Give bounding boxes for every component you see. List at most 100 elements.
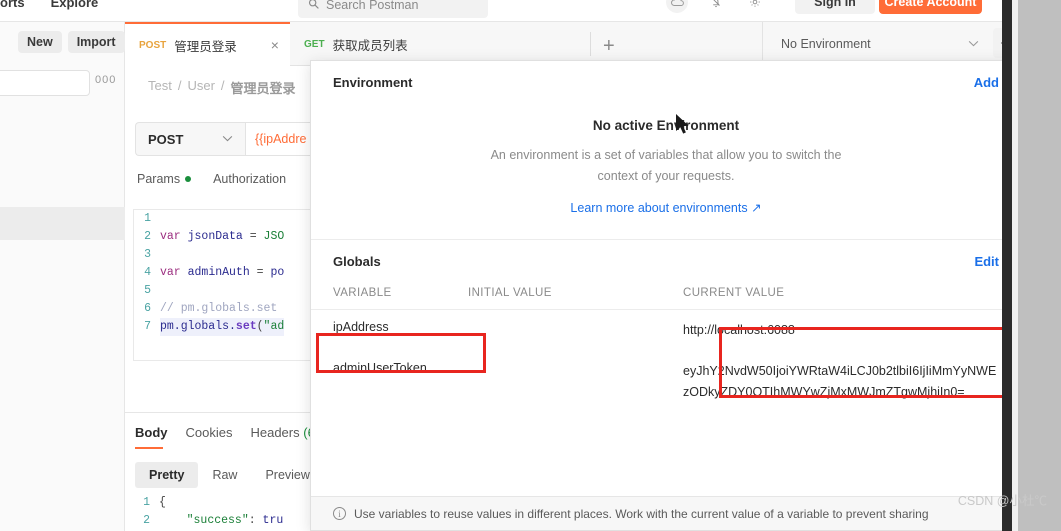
line-number: 6 xyxy=(144,302,151,315)
code-token: { xyxy=(159,496,166,509)
breadcrumb-separator: / xyxy=(177,78,182,93)
code-text: var jsonData = JSO xyxy=(160,228,284,246)
highlight-box-variable xyxy=(316,333,486,373)
method-select[interactable]: POST xyxy=(135,122,245,156)
breadcrumb-item-2: 管理员登录 xyxy=(230,81,296,96)
header-icon-group xyxy=(666,0,766,13)
empty-desc-line-2: context of your requests. xyxy=(597,169,735,183)
search-placeholder: Search Postman xyxy=(326,0,419,12)
cloud-sync-icon[interactable] xyxy=(666,0,688,13)
response-body-lines: 1 {2 "success": tru xyxy=(133,494,313,530)
learn-more-link[interactable]: Learn more about environments ↗ xyxy=(570,200,761,215)
info-icon: i xyxy=(333,507,346,520)
active-tab-underline xyxy=(135,447,163,449)
line-number: 1 xyxy=(143,496,150,509)
tab-headers-label: Headers xyxy=(250,425,300,440)
tab-headers[interactable]: Headers (6) xyxy=(250,425,319,440)
create-account-button[interactable]: Create Account xyxy=(879,0,982,14)
new-button[interactable]: New xyxy=(18,31,62,53)
code-text: // pm.globals.set xyxy=(160,300,277,318)
code-token: // pm.globals.set xyxy=(160,302,278,315)
script-editor[interactable]: 1 2 var jsonData = JSO 3 4 var adminAuth = po… xyxy=(133,209,318,361)
breadcrumb: Test / User / 管理员登录 xyxy=(148,78,296,97)
add-environment-button[interactable]: Add xyxy=(974,75,999,90)
footer-text: Use variables to reuse values in differe… xyxy=(354,506,929,521)
code-text: "success": tru xyxy=(159,512,284,530)
nav-item-reports[interactable]: orts xyxy=(0,0,25,10)
sidebar-selected-row[interactable] xyxy=(0,207,125,240)
empty-state-description: An environment is a set of variables tha… xyxy=(311,145,1021,187)
tab-params[interactable]: Params xyxy=(137,172,192,186)
tab-body[interactable]: Body xyxy=(135,425,168,440)
sidebar: New Import 000 xyxy=(0,22,125,531)
environment-section-header: Environment Add xyxy=(311,61,1021,100)
tabbar-divider xyxy=(590,32,591,56)
page-scrollbar-thumb[interactable] xyxy=(1012,0,1018,531)
code-token: : xyxy=(248,514,263,527)
settings-gear-icon[interactable] xyxy=(744,0,766,13)
line-number: 4 xyxy=(144,266,151,279)
code-token: JSO xyxy=(263,230,285,243)
code-text: { xyxy=(159,494,166,512)
cell-initial-value xyxy=(468,361,683,403)
code-line: 2 var jsonData = JSO xyxy=(134,228,317,246)
code-token: jsonData xyxy=(187,230,250,243)
line-number: 1 xyxy=(144,212,151,225)
highlight-box-value xyxy=(719,327,1009,398)
page-scrollbar-track[interactable] xyxy=(1012,0,1061,531)
globals-title: Globals xyxy=(333,254,381,269)
globals-section-header: Globals Edit xyxy=(311,240,1021,279)
request-tab-active[interactable]: POST 管理员登录 × xyxy=(125,22,290,66)
popup-footer: i Use variables to reuse values in diffe… xyxy=(311,496,1021,530)
notifications-icon[interactable] xyxy=(705,0,727,13)
new-tab-button[interactable]: + xyxy=(603,35,615,58)
code-token: = xyxy=(256,266,271,279)
tab-title: 管理员登录 xyxy=(174,39,237,54)
breadcrumb-item-0[interactable]: Test xyxy=(148,78,172,97)
chevron-down-icon xyxy=(222,133,233,145)
format-pretty[interactable]: Pretty xyxy=(135,462,199,488)
header-nav: orts Explore xyxy=(0,0,98,10)
app-header: orts Explore Search Postman Sign In Crea… xyxy=(0,0,1002,22)
line-number: 5 xyxy=(144,284,151,297)
code-token: adminAuth xyxy=(187,266,257,279)
code-token: var xyxy=(160,230,188,243)
code-line: 4 var adminAuth = po xyxy=(134,264,317,282)
environment-quicklook-popup: Environment Add No active Environment An… xyxy=(310,60,1022,531)
tab-title: 获取成员列表 xyxy=(332,38,408,53)
close-icon[interactable]: × xyxy=(271,37,279,53)
line-number: 2 xyxy=(143,514,150,527)
sidebar-search-input[interactable] xyxy=(0,70,90,96)
line-number: 3 xyxy=(144,248,151,261)
window-right-edge xyxy=(1002,0,1012,531)
column-current-value: CURRENT VALUE xyxy=(683,287,785,299)
empty-state-title: No active Environment xyxy=(592,118,740,133)
format-raw[interactable]: Raw xyxy=(198,462,251,488)
mouse-cursor xyxy=(676,114,691,141)
edit-globals-button[interactable]: Edit xyxy=(974,254,999,269)
search-input[interactable]: Search Postman xyxy=(298,0,488,18)
response-tabs: Body Cookies Headers (6) xyxy=(135,425,319,440)
chevron-down-icon xyxy=(968,39,979,50)
editor-lines: 1 2 var jsonData = JSO 3 4 var adminAuth = po… xyxy=(134,210,317,336)
code-line: 6 // pm.globals.set xyxy=(134,300,317,318)
code-token: var xyxy=(160,266,188,279)
code-line: 1 xyxy=(134,210,317,228)
params-modified-dot xyxy=(185,176,192,182)
code-token: po xyxy=(270,266,285,279)
tab-authorization[interactable]: Authorization xyxy=(213,172,286,186)
tab-cookies[interactable]: Cookies xyxy=(186,425,233,440)
code-line: 3 xyxy=(134,246,317,264)
environment-selector[interactable]: No Environment xyxy=(775,30,985,58)
code-text: pm.globals.set("ad xyxy=(160,318,285,336)
search-icon xyxy=(308,0,319,12)
breadcrumb-item-1[interactable]: User xyxy=(187,78,214,97)
code-text: var adminAuth = po xyxy=(160,264,284,282)
line-number: 2 xyxy=(144,230,151,243)
tab-params-label: Params xyxy=(137,172,181,186)
sign-in-button[interactable]: Sign In xyxy=(795,0,875,14)
empty-desc-line-1: An environment is a set of variables tha… xyxy=(490,148,842,162)
sidebar-more-button[interactable]: 000 xyxy=(95,74,116,86)
import-button[interactable]: Import xyxy=(67,31,125,53)
nav-item-explore[interactable]: Explore xyxy=(51,0,99,10)
